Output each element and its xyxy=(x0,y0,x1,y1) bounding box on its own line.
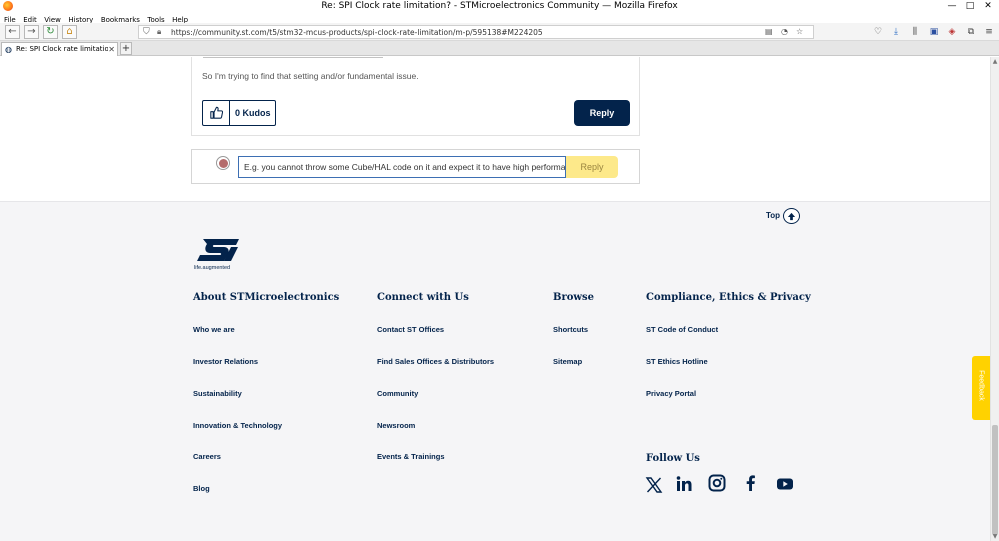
arrow-right-icon: → xyxy=(27,26,36,37)
footer-link-who-we-are[interactable]: Who we are xyxy=(193,325,235,334)
forward-button[interactable]: → xyxy=(24,25,39,39)
footer-link-sustainability[interactable]: Sustainability xyxy=(193,389,242,398)
library-icon[interactable]: ⫼ xyxy=(909,26,921,38)
footer-link-sales-offices[interactable]: Find Sales Offices & Distributors xyxy=(377,357,494,366)
linkedin-icon[interactable] xyxy=(675,475,693,493)
kudo-button[interactable] xyxy=(203,101,230,125)
back-button[interactable]: ← xyxy=(5,25,20,39)
reply-button[interactable]: Reply xyxy=(574,100,630,126)
arrow-left-icon: ← xyxy=(8,26,17,37)
footer-link-blog[interactable]: Blog xyxy=(193,484,210,493)
footer-title-connect: Connect with Us xyxy=(377,292,469,303)
truncated-previous-line xyxy=(203,57,403,59)
tracking-shield-icon[interactable]: ⛉ xyxy=(143,27,150,37)
addon-icon[interactable]: ⧉ xyxy=(965,26,977,38)
scroll-up-arrow-icon[interactable]: ▲ xyxy=(991,57,999,66)
x-icon[interactable] xyxy=(645,476,663,494)
extension-icon[interactable]: ◈ xyxy=(946,26,958,38)
scrollbar-thumb[interactable] xyxy=(992,425,998,535)
feedback-tab[interactable]: Feedback xyxy=(972,356,990,420)
page-content: So I'm trying to find that setting and/o… xyxy=(0,57,990,541)
footer-link-careers[interactable]: Careers xyxy=(193,452,221,461)
logo-tagline: life.augmented xyxy=(194,265,231,271)
footer-link-community[interactable]: Community xyxy=(377,389,418,398)
post-body-text: So I'm trying to find that setting and/o… xyxy=(202,71,419,81)
pocket-icon[interactable]: ♡ xyxy=(872,26,884,38)
window-title: Re: SPI Clock rate limitation? - STMicro… xyxy=(321,1,678,11)
arrow-up-icon xyxy=(787,212,796,221)
back-to-top-button[interactable] xyxy=(783,208,800,224)
new-tab-button[interactable]: + xyxy=(120,42,132,55)
footer-title-about: About STMicroelectronics xyxy=(193,292,340,303)
youtube-icon[interactable] xyxy=(776,475,794,493)
rss-icon[interactable]: ◔ xyxy=(781,27,788,36)
quick-reply-box: E.g. you cannot throw some Cube/HAL code… xyxy=(191,149,640,184)
kudos-widget: 0 Kudos xyxy=(202,100,276,126)
instagram-icon[interactable] xyxy=(708,474,726,492)
footer-link-contact-offices[interactable]: Contact ST Offices xyxy=(377,325,444,334)
downloads-icon[interactable]: ⤓ xyxy=(890,26,902,38)
footer-link-investor-relations[interactable]: Investor Relations xyxy=(193,357,258,366)
hamburger-menu-icon[interactable]: ≡ xyxy=(983,26,995,38)
reader-view-icon[interactable]: ▤ xyxy=(765,27,773,36)
footer-link-newsroom[interactable]: Newsroom xyxy=(377,421,415,430)
footer-title-follow: Follow Us xyxy=(646,453,700,464)
st-favicon-icon: ◍ xyxy=(5,45,12,54)
menu-bar: File Edit View History Bookmarks Tools H… xyxy=(0,12,999,24)
footer-link-events[interactable]: Events & Trainings xyxy=(377,452,445,461)
footer-link-shortcuts[interactable]: Shortcuts xyxy=(553,325,588,334)
footer-title-compliance: Compliance, Ethics & Privacy xyxy=(646,292,811,303)
footer-link-sitemap[interactable]: Sitemap xyxy=(553,357,582,366)
address-bar[interactable]: ⛉ 🔒︎ https://community.st.com/t5/stm32-m… xyxy=(138,25,814,39)
facebook-icon[interactable] xyxy=(742,474,760,492)
footer-link-innovation[interactable]: Innovation & Technology xyxy=(193,421,282,430)
tab-bar: ◍ Re: SPI Clock rate limitation? - ST ✕ … xyxy=(0,41,999,56)
post-card: So I'm trying to find that setting and/o… xyxy=(191,57,640,136)
scroll-down-arrow-icon[interactable]: ▼ xyxy=(991,532,999,541)
reload-button[interactable]: ↻ xyxy=(43,25,58,39)
reply-input[interactable]: E.g. you cannot throw some Cube/HAL code… xyxy=(238,156,566,178)
site-footer: Top life.augmented About STMicroelectron… xyxy=(0,201,990,541)
home-button[interactable]: ⌂ xyxy=(62,25,77,39)
close-window-button[interactable]: ✕ xyxy=(980,0,996,12)
maximize-button[interactable]: □ xyxy=(962,0,978,12)
footer-link-ethics-hotline[interactable]: ST Ethics Hotline xyxy=(646,357,708,366)
navigation-toolbar: ← → ↻ ⌂ ⛉ 🔒︎ https://community.st.com/t5… xyxy=(0,23,999,41)
minimize-button[interactable]: — xyxy=(944,0,960,12)
save-icon[interactable]: ▣ xyxy=(928,26,940,38)
reload-icon: ↻ xyxy=(46,26,55,37)
footer-link-code-of-conduct[interactable]: ST Code of Conduct xyxy=(646,325,718,334)
tab-close-icon[interactable]: ✕ xyxy=(108,43,115,56)
quick-reply-button[interactable]: Reply xyxy=(566,156,618,178)
bookmark-star-icon[interactable]: ☆ xyxy=(796,27,803,36)
kudos-count: 0 Kudos xyxy=(235,108,271,118)
tab-label[interactable]: Re: SPI Clock rate limitation? - ST xyxy=(16,43,108,56)
page-scrollbar[interactable]: ▲ ▼ xyxy=(990,57,999,541)
window-titlebar: Re: SPI Clock rate limitation? - STMicro… xyxy=(0,0,999,12)
url-text[interactable]: https://community.st.com/t5/stm32-mcus-p… xyxy=(171,26,543,39)
avatar xyxy=(216,156,230,170)
home-icon: ⌂ xyxy=(66,26,73,37)
tab-active[interactable]: ◍ Re: SPI Clock rate limitation? - ST ✕ xyxy=(1,42,118,56)
feedback-label: Feedback xyxy=(977,370,985,401)
back-to-top-label[interactable]: Top xyxy=(766,211,780,220)
thumbs-up-icon xyxy=(210,106,223,119)
footer-title-browse: Browse xyxy=(553,292,594,303)
footer-link-privacy-portal[interactable]: Privacy Portal xyxy=(646,389,696,398)
lock-icon[interactable]: 🔒︎ xyxy=(157,27,161,37)
